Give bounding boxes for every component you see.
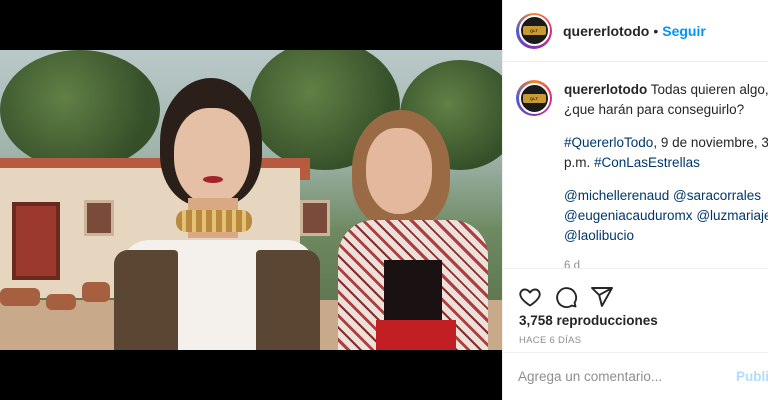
post-actions: 3,758 reproducciones HACE 6 DÍAS [503, 268, 768, 352]
video-pane [0, 0, 502, 400]
comment-form: Publi [503, 352, 768, 400]
follow-button[interactable]: Seguir [662, 23, 706, 39]
brand-logo: QLT [522, 93, 546, 103]
mention-link[interactable]: @saracorrales [673, 188, 761, 203]
comment-icon [556, 286, 578, 308]
mention-link[interactable]: @luzmariajere [696, 208, 768, 223]
caption-time-ago: 6 d [564, 260, 580, 268]
mention-link[interactable]: @eugeniacauduromx [564, 208, 693, 223]
view-count[interactable]: 3,758 reproducciones [503, 313, 768, 328]
comment-button[interactable] [554, 285, 578, 309]
video-player[interactable] [0, 50, 502, 350]
caption-line-1: Todas quieren algo, [650, 82, 768, 97]
heart-icon [519, 288, 541, 306]
post-header: QLT quererlotodo • Seguir [503, 0, 768, 62]
brand-logo: QLT [522, 26, 546, 35]
share-icon [591, 286, 613, 307]
caption-line-2: ¿que harán para conseguirlo? [564, 102, 745, 117]
caption-area: QLT quererlotodo Todas quieren algo, ¿qu… [503, 62, 768, 268]
caption-username[interactable]: quererlotodo [564, 82, 647, 97]
publish-button[interactable]: Publi [736, 369, 768, 384]
username-link[interactable]: quererlotodo [563, 23, 649, 39]
hashtag-link[interactable]: #QuererloTodo [564, 135, 653, 150]
mention-link[interactable]: @laolibucio [564, 228, 634, 243]
hashtag-link[interactable]: #ConLasEstrellas [594, 155, 700, 170]
caption-time-suffix: p.m. [564, 155, 595, 170]
mention-link[interactable]: @michellerenaud [564, 188, 669, 203]
caption-text: quererlotodo Todas quieren algo, ¿que ha… [564, 80, 768, 268]
avatar[interactable]: QLT [516, 12, 552, 49]
caption-avatar[interactable]: QLT [516, 80, 552, 116]
caption-date-text: , 9 de noviembre, 3:3 [653, 135, 768, 150]
like-button[interactable] [518, 285, 542, 309]
post-panel: QLT quererlotodo • Seguir QLT quererloto… [502, 0, 768, 400]
share-button[interactable] [590, 285, 614, 309]
separator-dot: • [653, 22, 659, 39]
post-date: HACE 6 DÍAS [519, 335, 582, 346]
comment-input[interactable] [518, 369, 726, 384]
